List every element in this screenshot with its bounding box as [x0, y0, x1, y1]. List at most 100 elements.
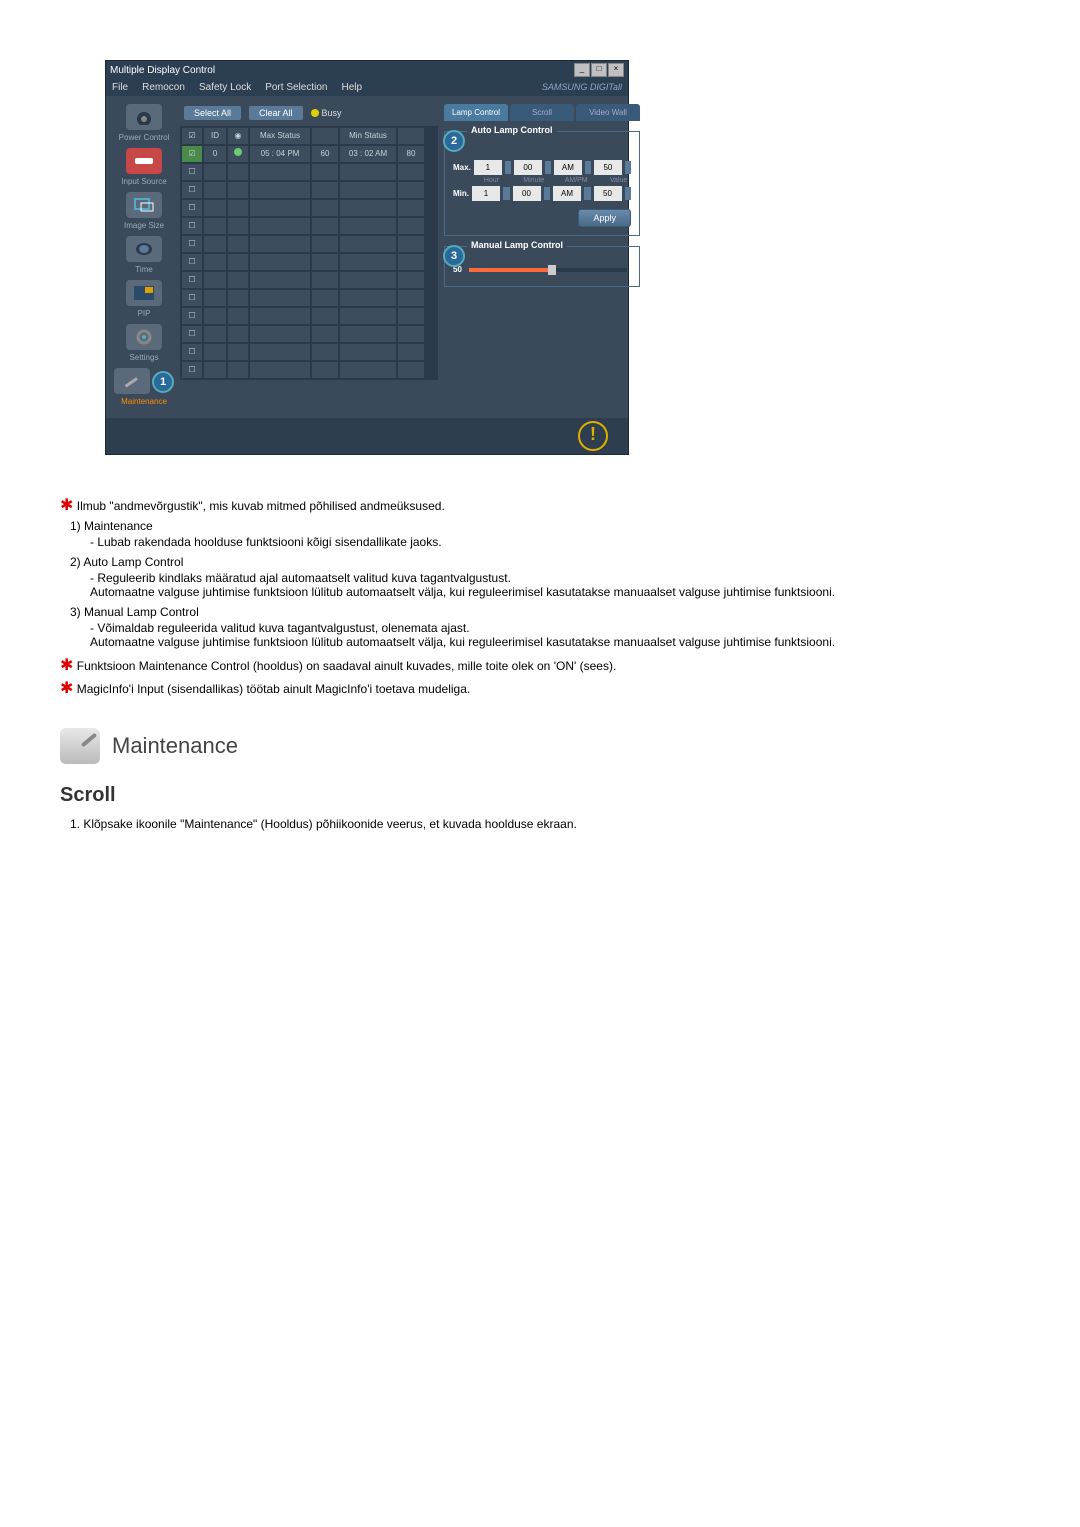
table-row[interactable]: ☐	[181, 217, 425, 235]
scroll-heading: Scroll	[60, 784, 1020, 807]
close-button[interactable]: ×	[608, 63, 624, 77]
header-status-icon: ◉	[227, 127, 249, 145]
wrench-icon	[122, 373, 142, 389]
callout-2: 2	[443, 130, 465, 152]
table-row[interactable]: ☐	[181, 235, 425, 253]
header-checkbox[interactable]: ☑	[181, 127, 203, 145]
maintenance-icon[interactable]	[114, 368, 150, 394]
image-size-icon[interactable]	[126, 192, 162, 218]
slider-fill	[469, 268, 548, 272]
table-row[interactable]: ☐	[181, 325, 425, 343]
dropdown-icon[interactable]	[545, 161, 551, 174]
busy-label: Busy	[322, 108, 342, 118]
minute-mini-label: Minute	[521, 177, 546, 184]
slider-thumb[interactable]	[548, 265, 556, 275]
menubar: File Remocon Safety Lock Port Selection …	[106, 79, 628, 96]
min-label: Min.	[453, 189, 469, 198]
max-hour-input[interactable]	[474, 160, 502, 175]
app-window: Multiple Display Control _ □ × File Remo…	[105, 60, 629, 455]
callout-1: 1	[152, 371, 174, 393]
cable-icon	[133, 154, 155, 168]
max-value-input[interactable]	[594, 160, 622, 175]
dropdown-icon[interactable]	[544, 187, 551, 200]
table-row[interactable]: ☐	[181, 361, 425, 379]
sidebar-label-time: Time	[135, 265, 152, 274]
table-row[interactable]: ☐	[181, 199, 425, 217]
window-title: Multiple Display Control	[110, 65, 215, 76]
select-all-button[interactable]: Select All	[184, 106, 241, 120]
pip-rect-icon	[133, 285, 155, 301]
menu-remocon[interactable]: Remocon	[142, 82, 185, 93]
menu-help[interactable]: Help	[341, 82, 362, 93]
table-row[interactable]: ☐	[181, 343, 425, 361]
max-ampm-input[interactable]	[554, 160, 582, 175]
minimize-button[interactable]: _	[574, 63, 590, 77]
clear-all-button[interactable]: Clear All	[249, 106, 303, 120]
dropdown-icon[interactable]	[503, 187, 510, 200]
manual-slider-row: 50	[453, 265, 631, 274]
table-row[interactable]: ☐	[181, 289, 425, 307]
grid-header: ☑ ID ◉ Max Status Min Status	[181, 127, 425, 145]
status-dot-icon	[234, 148, 242, 156]
min-row: Min.	[453, 186, 631, 201]
maximize-button[interactable]: □	[591, 63, 607, 77]
note2: MagicInfo'i Input (sisendallikas) töötab…	[77, 682, 470, 696]
table-row[interactable]: ☐	[181, 163, 425, 181]
pip-icon[interactable]	[126, 280, 162, 306]
dropdown-icon[interactable]	[625, 187, 632, 200]
dropdown-icon[interactable]	[585, 161, 591, 174]
tab-video-wall[interactable]: Video Wall	[576, 104, 640, 121]
table-row[interactable]: ☐	[181, 181, 425, 199]
menu-safety-lock[interactable]: Safety Lock	[199, 82, 251, 93]
wrench-icon	[60, 728, 100, 764]
menu-port-selection[interactable]: Port Selection	[265, 82, 327, 93]
header-id: ID	[203, 127, 227, 145]
warning-icon: !	[578, 421, 608, 451]
table-row[interactable]: ☐	[181, 253, 425, 271]
settings-icon[interactable]	[126, 324, 162, 350]
time-icon[interactable]	[126, 236, 162, 262]
max-row: Max.	[453, 160, 631, 175]
hour-mini-label: Hour	[479, 177, 504, 184]
item1-desc: - Lubab rakendada hoolduse funktsiooni k…	[90, 535, 1020, 549]
item3-title: 3) Manual Lamp Control	[70, 605, 1020, 619]
maintenance-heading: Maintenance	[112, 733, 238, 759]
min-hour-input[interactable]	[472, 186, 500, 201]
dropdown-icon[interactable]	[584, 187, 591, 200]
min-value-input[interactable]	[594, 186, 622, 201]
item3-desc: - Võimaldab reguleerida valitud kuva tag…	[90, 621, 1020, 649]
header-min-status: Min Status	[339, 127, 397, 145]
footer-bar: !	[106, 418, 628, 454]
grid-scrollbar[interactable]	[426, 126, 438, 380]
table-row[interactable]: ☐	[181, 307, 425, 325]
cell-id: 0	[203, 145, 227, 163]
manual-slider[interactable]	[469, 268, 627, 272]
table-row[interactable]: ☑ 0 05 : 04 PM 60 03 : 02 AM 80	[181, 145, 425, 163]
maintenance-heading-row: Maintenance	[60, 728, 1020, 764]
input-source-icon[interactable]	[126, 148, 162, 174]
titlebar: Multiple Display Control _ □ ×	[106, 61, 628, 79]
gear-icon	[134, 329, 154, 345]
min-ampm-input[interactable]	[553, 186, 581, 201]
table-row[interactable]: ☐	[181, 271, 425, 289]
window-controls: _ □ ×	[574, 63, 624, 77]
apply-button[interactable]: Apply	[578, 209, 631, 227]
tab-lamp-control[interactable]: Lamp Control	[444, 104, 508, 121]
busy-indicator: Busy	[311, 108, 342, 118]
dropdown-icon[interactable]	[505, 161, 511, 174]
sidebar-label-input: Input Source	[121, 177, 166, 186]
item2-title: 2) Auto Lamp Control	[70, 555, 1020, 569]
power-control-icon[interactable]	[126, 104, 162, 130]
tab-scroll[interactable]: Scroll	[510, 104, 574, 121]
min-minute-input[interactable]	[513, 186, 541, 201]
row-checkbox[interactable]: ☑	[181, 145, 203, 163]
right-tabs: Lamp Control Scroll Video Wall	[444, 104, 640, 121]
menu-file[interactable]: File	[112, 82, 128, 93]
sidebar: Power Control Input Source Image Size Ti…	[114, 104, 174, 410]
document-body: ✱ Ilmub "andmevõrgustik", mis kuvab mitm…	[60, 495, 1020, 831]
max-minute-input[interactable]	[514, 160, 542, 175]
dropdown-icon[interactable]	[625, 161, 631, 174]
header-max-status: Max Status	[249, 127, 311, 145]
busy-dot-icon	[311, 109, 319, 117]
star-icon: ✱	[60, 497, 73, 514]
